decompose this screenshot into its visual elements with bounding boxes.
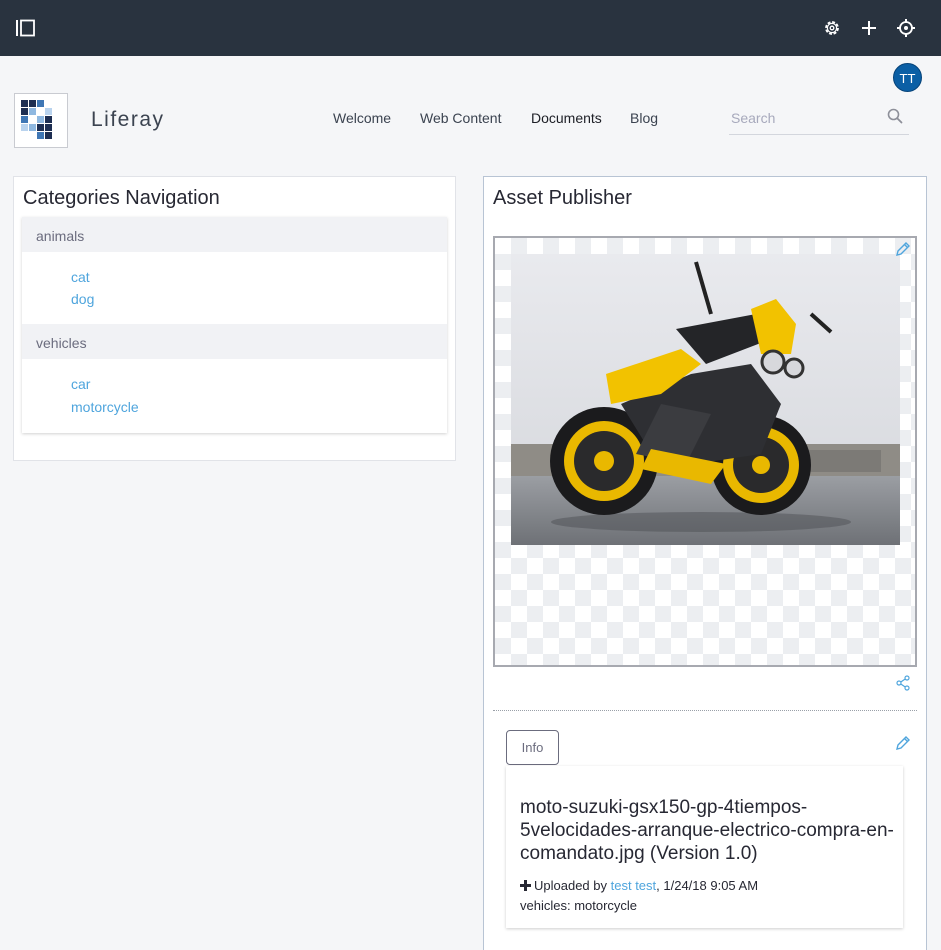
categories-navigation-portlet: Categories Navigation animals cat dog ve… [13, 176, 456, 461]
target-icon[interactable] [894, 16, 918, 40]
image-preview[interactable] [493, 236, 917, 667]
asset-category: vehicles: motorcycle [520, 898, 638, 913]
motorcycle-photo [511, 254, 900, 545]
control-menu [0, 0, 941, 56]
pencil-icon[interactable] [895, 241, 911, 262]
site-logo[interactable] [14, 93, 68, 148]
upload-info: Uploaded by test test, 1/24/18 9:05 AM [520, 878, 758, 894]
gear-icon[interactable] [820, 16, 844, 40]
search-input[interactable] [731, 110, 881, 126]
nav-item-web-content[interactable]: Web Content [420, 110, 501, 126]
search-bar [729, 104, 909, 135]
nav-item-documents[interactable]: Documents [531, 110, 602, 126]
categories-panel: animals cat dog vehicles car motorcycle [22, 217, 447, 433]
portlet-title: Categories Navigation [23, 187, 220, 209]
share-icon[interactable] [895, 675, 911, 696]
asset-publisher-portlet: Asset Publisher Info moto-suzuki-gsx150-… [483, 176, 927, 950]
info-button[interactable]: Info [506, 730, 559, 765]
upload-date: , 1/24/18 9:05 AM [656, 878, 759, 893]
category-link-cat[interactable]: cat [71, 269, 90, 285]
divider [493, 710, 917, 711]
category-link-car[interactable]: car [71, 376, 90, 392]
pencil-icon[interactable] [895, 735, 911, 756]
search-icon[interactable] [886, 107, 904, 130]
document-title: moto-suzuki-gsx150-gp-4tiempos-5velocida… [520, 797, 894, 864]
plus-icon [520, 879, 531, 894]
category-link-motorcycle[interactable]: motorcycle [71, 399, 139, 415]
user-avatar[interactable]: TT [893, 63, 922, 92]
sidebar-toggle-icon[interactable] [14, 16, 38, 40]
uploaded-by-label: Uploaded by [534, 878, 607, 893]
category-link-dog[interactable]: dog [71, 291, 94, 307]
document-info-card: moto-suzuki-gsx150-gp-4tiempos-5velocida… [506, 766, 903, 928]
plus-icon[interactable] [857, 16, 881, 40]
vocabulary-header: animals [22, 217, 447, 252]
portlet-title: Asset Publisher [493, 187, 632, 209]
uploader-link[interactable]: test test [611, 878, 657, 893]
vocabulary-header: vehicles [22, 324, 447, 359]
site-name[interactable]: Liferay [91, 108, 165, 132]
nav-item-blog[interactable]: Blog [630, 110, 658, 126]
nav-item-welcome[interactable]: Welcome [333, 110, 391, 126]
